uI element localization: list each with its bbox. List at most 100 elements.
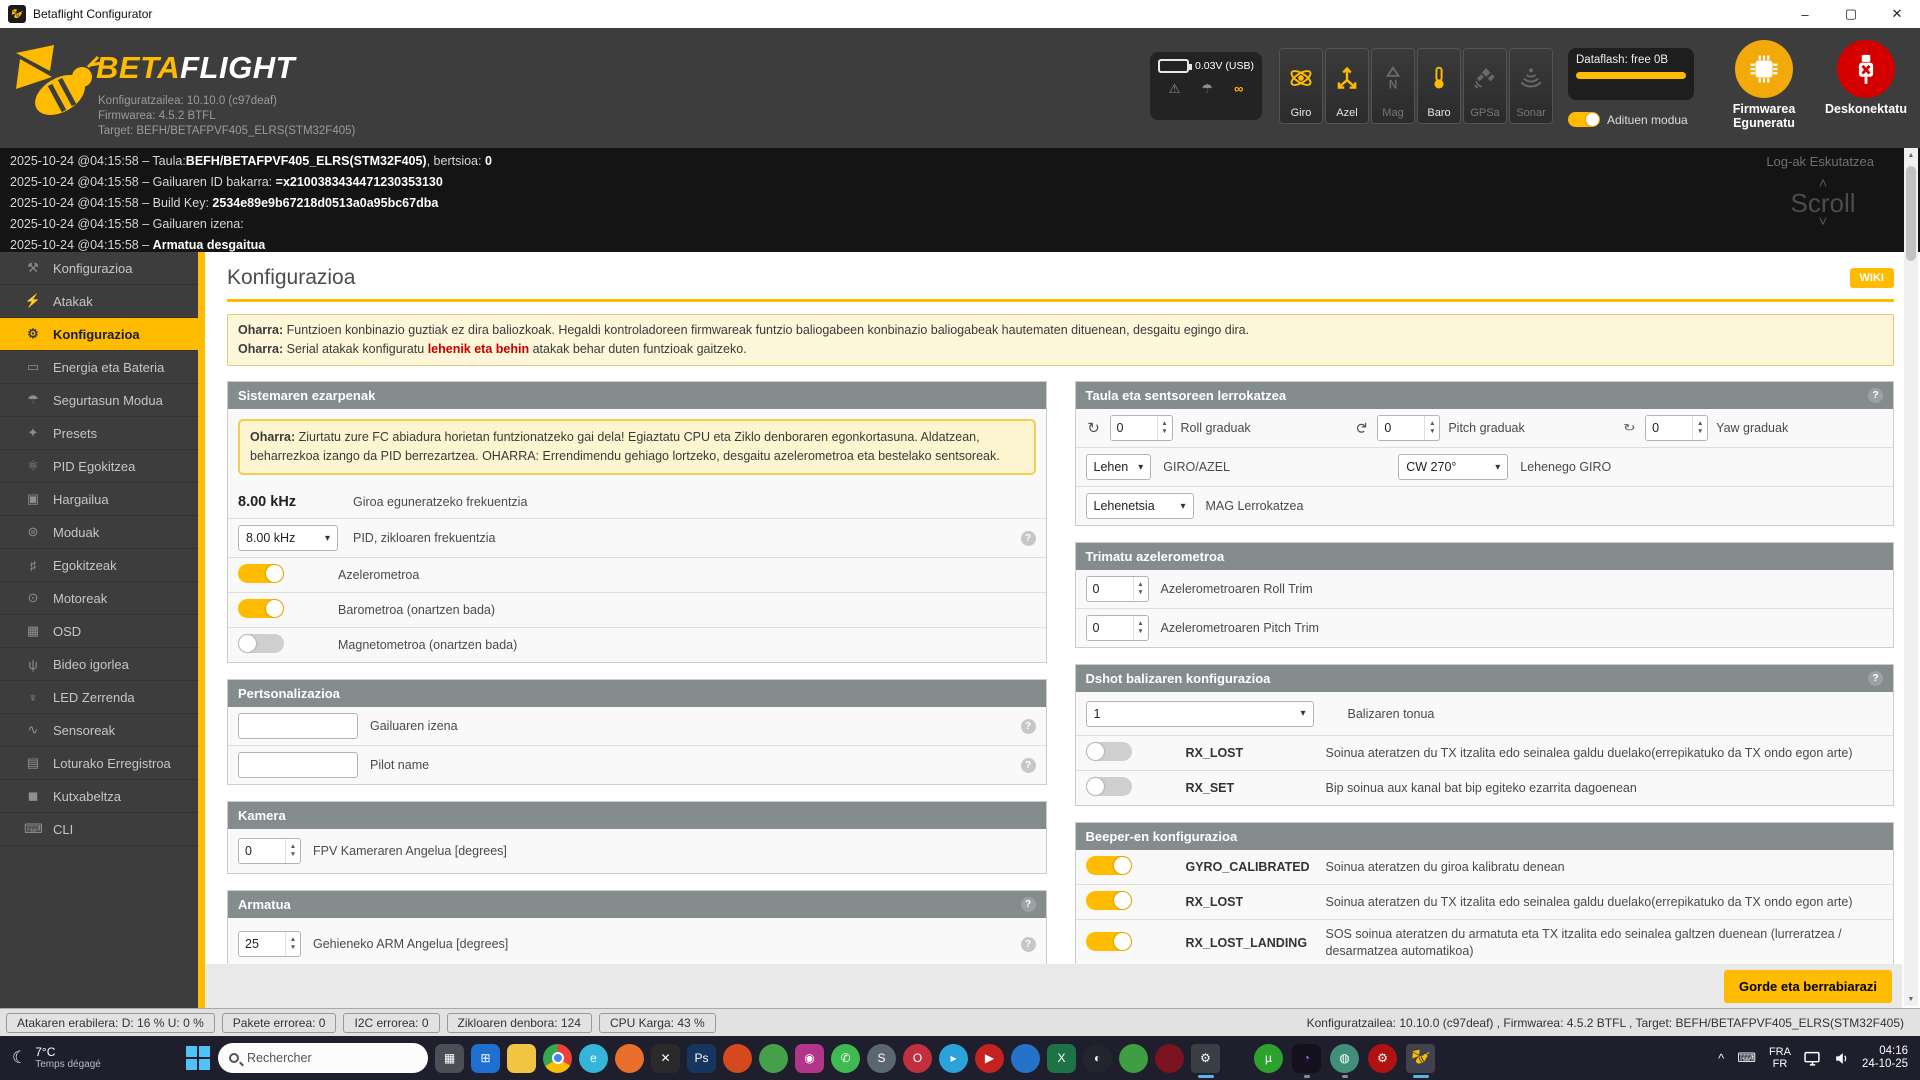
stepper-arrows-icon[interactable]: ▲▼ bbox=[285, 839, 300, 863]
x-app-icon[interactable]: ✕ bbox=[651, 1044, 680, 1073]
telegram-icon[interactable]: ▸ bbox=[939, 1044, 968, 1073]
stepper-arrows-icon[interactable]: ▲▼ bbox=[1133, 577, 1148, 601]
moon-app-icon[interactable]: ◐ bbox=[1083, 1044, 1112, 1073]
yaw-graduak-stepper[interactable]: ▲▼ bbox=[1645, 415, 1708, 441]
scroll-down-arrow-icon[interactable]: ▼ bbox=[1904, 992, 1918, 1006]
excel-icon[interactable]: X bbox=[1047, 1044, 1076, 1073]
sidebar-item-kutxabeltza[interactable]: ◼Kutxabeltza bbox=[0, 780, 198, 813]
start-button-icon[interactable] bbox=[185, 1045, 211, 1071]
barometroa-onartzen-bada-toggle[interactable] bbox=[238, 599, 284, 618]
wiki-button[interactable]: WIKI bbox=[1850, 268, 1894, 288]
betaflight-icon[interactable] bbox=[1406, 1044, 1435, 1073]
arm-angle-stepper[interactable]: ▲▼ bbox=[238, 931, 301, 957]
mag-align-select[interactable]: Lehenetsia▾ bbox=[1086, 493, 1194, 519]
close-icon[interactable]: ✕ bbox=[1874, 0, 1920, 28]
radio-app-icon[interactable]: ◍ bbox=[1330, 1044, 1359, 1073]
speaker-icon[interactable] bbox=[1834, 1051, 1849, 1066]
brave-icon[interactable] bbox=[723, 1044, 752, 1073]
sidebar-item-moduak[interactable]: ⊜Moduak bbox=[0, 516, 198, 549]
taskbar-search-box[interactable]: Rechercher bbox=[218, 1043, 428, 1073]
magnetometroa-onartzen-bada-toggle[interactable] bbox=[238, 634, 284, 653]
display-network-icon[interactable] bbox=[1804, 1051, 1821, 1066]
chrome-icon[interactable] bbox=[543, 1044, 572, 1073]
stepper-arrows-icon[interactable]: ▲▼ bbox=[1133, 616, 1148, 640]
help-icon[interactable]: ? bbox=[1021, 937, 1036, 952]
stepper-arrows-icon[interactable]: ▲▼ bbox=[285, 932, 300, 956]
dshot-rx-lost-toggle[interactable] bbox=[1086, 742, 1132, 761]
photoshop-icon[interactable]: Ps bbox=[687, 1044, 716, 1073]
help-icon[interactable]: ? bbox=[1868, 388, 1883, 403]
sharex-icon[interactable] bbox=[759, 1044, 788, 1073]
keyboard-icon[interactable]: ⌨ bbox=[1737, 1050, 1756, 1066]
instagram-icon[interactable]: ◉ bbox=[795, 1044, 824, 1073]
taskbar-clock[interactable]: 04:1624-10-25 bbox=[1862, 1045, 1908, 1071]
beeper-rx-lost-landing-toggle[interactable] bbox=[1086, 932, 1132, 951]
pitch-graduak-stepper[interactable]: ▲▼ bbox=[1377, 415, 1440, 441]
azelerometroa-toggle[interactable] bbox=[238, 564, 284, 583]
clock-app-icon[interactable]: ◔ bbox=[1292, 1044, 1321, 1073]
stepper-arrows-icon[interactable]: ▲▼ bbox=[1692, 416, 1707, 440]
scrollbar-thumb[interactable] bbox=[1906, 166, 1916, 261]
stepper-arrows-icon[interactable]: ▲▼ bbox=[1157, 416, 1172, 440]
beeper-rx-lost-toggle[interactable] bbox=[1086, 891, 1132, 910]
pid-frequency-select[interactable]: 8.00 kHz▾ bbox=[238, 525, 338, 551]
paint-icon[interactable] bbox=[1011, 1044, 1040, 1073]
task-view-icon[interactable]: ▦ bbox=[435, 1044, 464, 1073]
pilot-name-input[interactable] bbox=[238, 752, 358, 778]
sidebar-item-led-zerrenda[interactable]: ♆LED Zerrenda bbox=[0, 681, 198, 714]
leaf-app-icon[interactable] bbox=[1119, 1044, 1148, 1073]
help-icon[interactable]: ? bbox=[1021, 719, 1036, 734]
maximize-icon[interactable]: ▢ bbox=[1828, 0, 1874, 28]
sidebar-item-atakak[interactable]: ⚡Atakak bbox=[0, 285, 198, 318]
disconnect-button[interactable]: Deskonektatu bbox=[1818, 40, 1914, 116]
dshot-rx-set-toggle[interactable] bbox=[1086, 777, 1132, 796]
vertical-scrollbar[interactable]: ▲ ▼ bbox=[1904, 148, 1918, 1006]
folder-icon[interactable] bbox=[507, 1044, 536, 1073]
store-icon[interactable]: ⊞ bbox=[471, 1044, 500, 1073]
first-gyro-align-select[interactable]: CW 270°▾ bbox=[1398, 454, 1508, 480]
sidebar-item-motoreak[interactable]: ⊙Motoreak bbox=[0, 582, 198, 615]
help-icon[interactable]: ? bbox=[1868, 671, 1883, 686]
help-icon[interactable]: ? bbox=[1021, 531, 1036, 546]
sidebar-item-presets[interactable]: ✦Presets bbox=[0, 417, 198, 450]
shazam-icon[interactable]: S bbox=[867, 1044, 896, 1073]
roll-graduak-stepper[interactable]: ▲▼ bbox=[1110, 415, 1173, 441]
sidebar-item-energia-eta-bateria[interactable]: ▭Energia eta Bateria bbox=[0, 351, 198, 384]
save-and-reboot-button[interactable]: Gorde eta berrabiarazi bbox=[1724, 970, 1892, 1003]
stepper-arrows-icon[interactable]: ▲▼ bbox=[1424, 416, 1439, 440]
sidebar-item-segurtasun-modua[interactable]: ☂Segurtasun Modua bbox=[0, 384, 198, 417]
accel-pitch-trim-stepper[interactable]: ▲▼ bbox=[1086, 615, 1149, 641]
settings-gear-icon[interactable]: ⚙ bbox=[1191, 1044, 1220, 1073]
expert-mode-control[interactable]: Adituen modua bbox=[1568, 112, 1688, 127]
expert-mode-toggle[interactable] bbox=[1568, 112, 1600, 127]
weather-widget[interactable]: ☾ 7°C Temps dégagé bbox=[0, 1046, 185, 1071]
gyro-accel-align-select[interactable]: Lehen▾ bbox=[1086, 454, 1152, 480]
sidebar-item-konfigurazioa[interactable]: ⚒Konfigurazioa bbox=[0, 252, 198, 285]
utorrent-icon[interactable]: µ bbox=[1254, 1044, 1283, 1073]
opera-gx-icon[interactable] bbox=[1155, 1044, 1184, 1073]
whatsapp-icon[interactable]: ✆ bbox=[831, 1044, 860, 1073]
sidebar-item-cli[interactable]: ⌨CLI bbox=[0, 813, 198, 846]
red-gear-app-icon[interactable]: ⚙ bbox=[1368, 1044, 1397, 1073]
help-icon[interactable]: ? bbox=[1021, 758, 1036, 773]
sidebar-item-hargailua[interactable]: ▣Hargailua bbox=[0, 483, 198, 516]
firefox-icon[interactable] bbox=[615, 1044, 644, 1073]
sidebar-item-konfigurazioa[interactable]: ⚙Konfigurazioa bbox=[0, 318, 198, 351]
scroll-up-arrow-icon[interactable]: ▲ bbox=[1904, 148, 1918, 162]
craft-name-input[interactable] bbox=[238, 713, 358, 739]
tray-chevron-up-icon[interactable]: ^ bbox=[1718, 1051, 1724, 1066]
sidebar-item-loturako-erregistroa[interactable]: ▤Loturako Erregistroa bbox=[0, 747, 198, 780]
hide-logs-link[interactable]: Log-ak Eskutatzea bbox=[1766, 154, 1874, 169]
update-firmware-button[interactable]: Firmwarea Eguneratu bbox=[1716, 40, 1812, 130]
beacon-tone-select[interactable]: 1▾ bbox=[1086, 701, 1314, 727]
sidebar-item-osd[interactable]: ▦OSD bbox=[0, 615, 198, 648]
edge-icon[interactable]: e bbox=[579, 1044, 608, 1073]
sidebar-item-pid-egokitzea[interactable]: ⚛PID Egokitzea bbox=[0, 450, 198, 483]
language-indicator[interactable]: FRAFR bbox=[1769, 1046, 1791, 1070]
camera-angle-stepper[interactable]: ▲▼ bbox=[238, 838, 301, 864]
log-scroll-control[interactable]: ˄ Scroll ˅ bbox=[1778, 178, 1868, 228]
minimize-icon[interactable]: – bbox=[1782, 0, 1828, 28]
sidebar-item-bideo-igorlea[interactable]: ψBideo igorlea bbox=[0, 648, 198, 681]
beeper-gyro-calibrated-toggle[interactable] bbox=[1086, 856, 1132, 875]
accel-roll-trim-stepper[interactable]: ▲▼ bbox=[1086, 576, 1149, 602]
